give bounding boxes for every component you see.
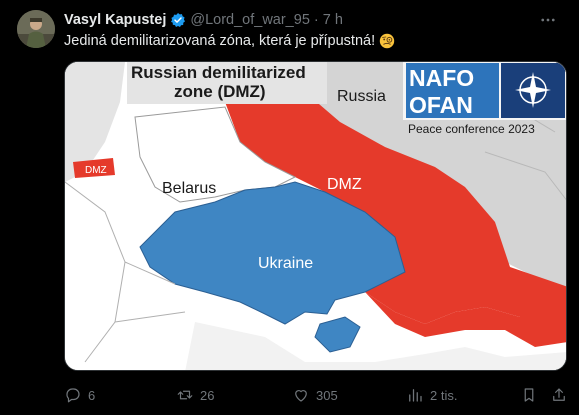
map-title-line2: zone (DMZ) — [174, 82, 266, 101]
more-options-button[interactable] — [537, 10, 559, 30]
nafo-logo: NAFO OFAN — [403, 62, 566, 120]
tweet-header: Vasyl Kapustej @Lord_of_war_95 · 7 h — [64, 10, 343, 30]
tweet-card[interactable]: Vasyl Kapustej @Lord_of_war_95 · 7 h Jed… — [0, 0, 579, 415]
reply-count: 6 — [88, 387, 96, 403]
timestamp[interactable]: 7 h — [323, 12, 343, 28]
label-ukraine: Ukraine — [258, 255, 313, 272]
views-count: 2 tis. — [430, 387, 458, 403]
separator-dot: · — [313, 12, 319, 28]
dmz-map: DMZ Russian demilitarized zone (DMZ) Rus… — [65, 62, 566, 370]
tweet-actions: 6 26 305 2 tis. — [64, 382, 567, 408]
views-button[interactable]: 2 tis. — [406, 382, 457, 408]
tweet-text-content: Jediná demilitarizovaná zóna, která je p… — [64, 33, 376, 49]
reply-button[interactable]: 6 — [64, 382, 95, 408]
bookmark-button[interactable] — [520, 382, 544, 408]
logo-text-bottom: OFAN — [409, 92, 473, 118]
kaliningrad-dmz-label: DMZ — [85, 165, 107, 176]
avatar-image — [17, 10, 55, 48]
repost-count: 26 — [200, 387, 215, 403]
share-icon — [553, 388, 565, 401]
heart-icon — [295, 390, 307, 402]
tweet-text: Jediná demilitarizovaná zóna, která je p… — [64, 33, 395, 49]
verified-badge-icon — [171, 13, 186, 27]
author-name[interactable]: Vasyl Kapustej — [64, 12, 166, 28]
views-chart-icon — [409, 389, 422, 402]
label-dmz: DMZ — [327, 176, 362, 193]
author-handle[interactable]: @Lord_of_war_95 — [190, 12, 310, 28]
face-with-monocle-icon — [379, 33, 395, 49]
like-count: 305 — [316, 387, 338, 403]
map-title-line1: Russian demilitarized — [131, 63, 306, 82]
tweet-image[interactable]: DMZ Russian demilitarized zone (DMZ) Rus… — [64, 61, 567, 371]
share-button[interactable] — [550, 382, 574, 408]
more-horizontal-icon — [541, 18, 555, 22]
reply-icon — [66, 388, 80, 403]
like-button[interactable]: 305 — [292, 382, 338, 408]
label-belarus: Belarus — [162, 180, 216, 197]
repost-icon — [177, 390, 193, 400]
avatar[interactable] — [17, 10, 55, 48]
repost-button[interactable]: 26 — [176, 382, 214, 408]
label-russia: Russia — [337, 88, 386, 105]
logo-caption: Peace conference 2023 — [408, 122, 535, 136]
bookmark-icon — [524, 388, 534, 402]
logo-text-top: NAFO — [409, 65, 474, 91]
